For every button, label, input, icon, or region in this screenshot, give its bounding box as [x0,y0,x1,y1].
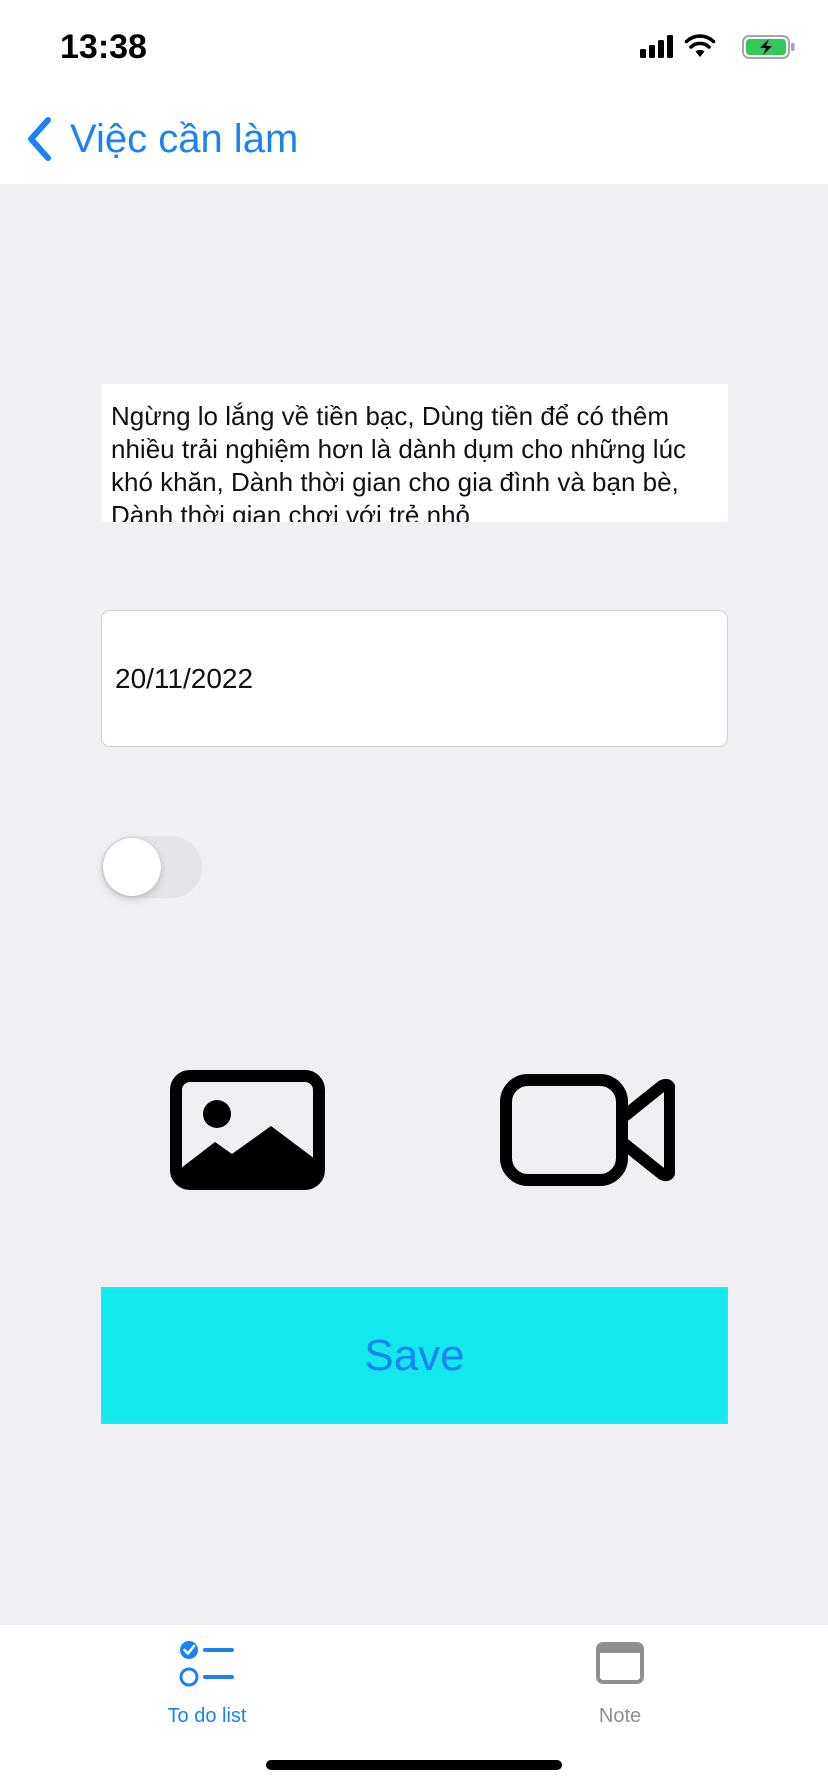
tab-note[interactable]: Note [520,1625,720,1735]
chevron-left-icon [28,117,51,161]
reminder-toggle[interactable] [101,836,202,898]
back-label: Việc cần làm [70,116,299,161]
add-video-button[interactable] [500,1070,676,1190]
window-icon [596,1642,644,1684]
status-time: 13:38 [60,28,147,66]
note-text-view[interactable]: Ngừng lo lắng về tiền bạc, Dùng tiền để … [101,384,728,522]
back-button[interactable]: Việc cần làm [22,112,298,166]
battery-charging-icon [742,35,795,59]
tab-label: To do list [167,1705,247,1727]
video-camera-icon [500,1074,676,1186]
tab-label: Note [598,1705,642,1727]
checklist-icon [179,1641,234,1687]
wifi-icon [684,34,716,57]
add-photo-button[interactable] [170,1070,325,1190]
home-indicator [266,1760,562,1770]
date-field[interactable]: 20/11/2022 [101,610,728,747]
navigation-bar: Việc cần làm [0,90,828,184]
status-bar: 13:38 [0,0,828,90]
save-button[interactable]: Save [101,1287,728,1424]
toggle-knob [103,838,161,896]
cellular-signal-icon [640,35,673,58]
photo-icon [170,1070,325,1190]
tab-todo-list[interactable]: To do list [107,1625,307,1735]
